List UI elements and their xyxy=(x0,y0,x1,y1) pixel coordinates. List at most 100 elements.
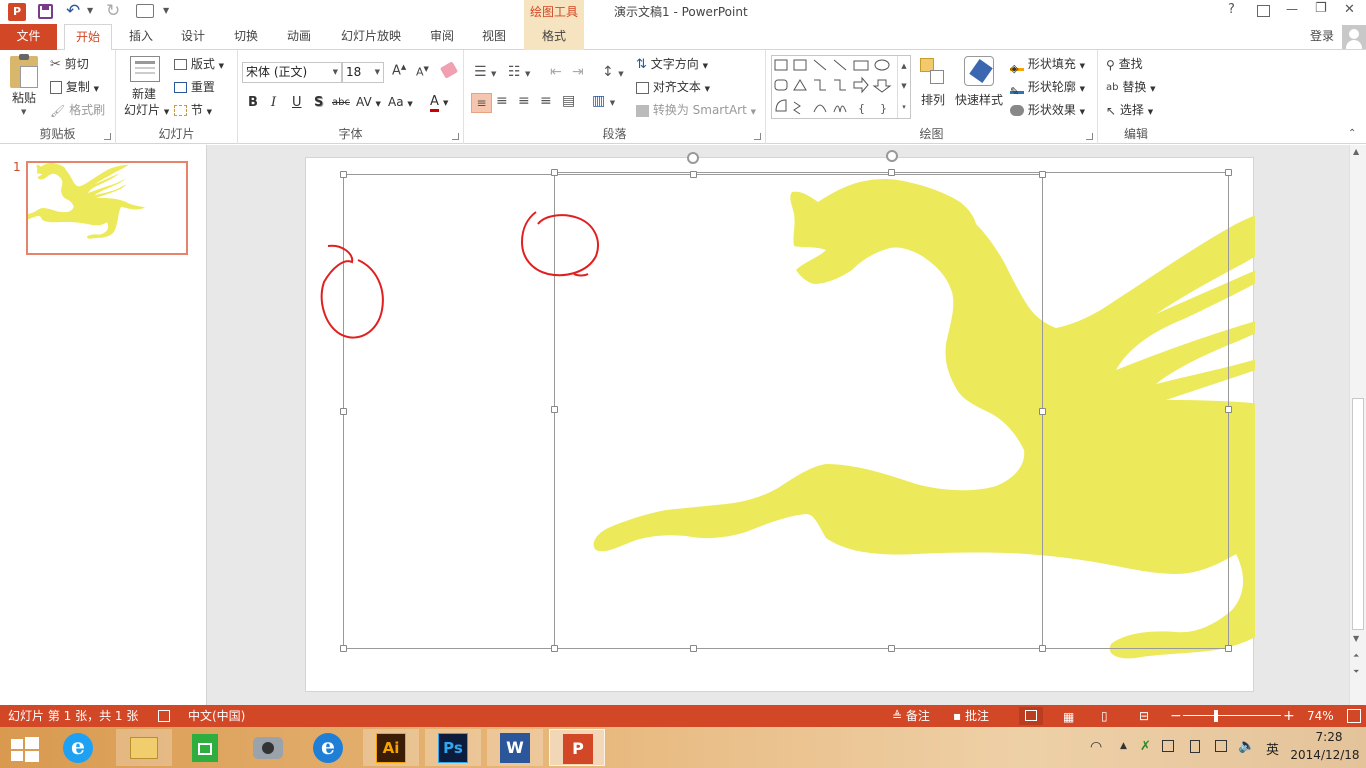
character-spacing-button[interactable]: AV ▼ xyxy=(356,95,381,109)
resize-handle[interactable] xyxy=(1039,171,1046,178)
illustrator-icon[interactable]: Ai xyxy=(363,729,419,766)
zoom-level[interactable]: 74% xyxy=(1307,705,1334,727)
tab-design[interactable]: 设计 xyxy=(170,24,216,50)
tab-home[interactable]: 开始 xyxy=(64,24,112,51)
previous-slide-icon[interactable]: ⏶ xyxy=(1353,651,1359,661)
tray-icon-4[interactable] xyxy=(1215,740,1227,752)
paste-icon[interactable] xyxy=(10,54,38,88)
clock-date[interactable]: 2014/12/18 xyxy=(1288,748,1362,762)
new-slide-button-label[interactable]: 幻灯片 ▼ xyxy=(124,102,169,122)
sign-in-link[interactable]: 登录 xyxy=(1305,24,1339,50)
quick-styles-icon[interactable] xyxy=(964,56,994,86)
rotate-handle-icon[interactable] xyxy=(886,150,898,162)
font-size-dropdown-icon[interactable]: ▼ xyxy=(375,63,380,82)
shapes-scroll-down-icon[interactable]: ▼ xyxy=(897,76,910,96)
ribbon-display-options-icon[interactable] xyxy=(1257,5,1270,17)
minimize-button[interactable]: — xyxy=(1286,2,1298,16)
powerpoint-icon[interactable]: P xyxy=(549,729,605,766)
shape-effects-button[interactable]: 形状效果 ▼ xyxy=(1010,100,1085,120)
camera-icon[interactable] xyxy=(240,729,296,766)
shape-outline-button[interactable]: ✎ 形状轮廓 ▼ xyxy=(1010,77,1085,98)
tray-icon-2[interactable] xyxy=(1162,740,1174,752)
powerpoint-app-icon[interactable]: P xyxy=(8,3,26,21)
resize-handle[interactable] xyxy=(1225,645,1232,652)
tab-insert[interactable]: 插入 xyxy=(118,24,164,50)
new-slide-icon[interactable] xyxy=(130,56,160,82)
resize-handle[interactable] xyxy=(888,169,895,176)
ie-icon[interactable]: e xyxy=(50,729,106,766)
increase-indent-icon[interactable]: ⇥ xyxy=(572,64,584,80)
help-button[interactable]: ? xyxy=(1228,2,1235,17)
tab-format[interactable]: 格式 xyxy=(524,24,584,50)
resize-handle[interactable] xyxy=(340,408,347,415)
redo-icon[interactable]: ↻ xyxy=(106,1,120,21)
resize-handle[interactable] xyxy=(340,171,347,178)
convert-smartart-button[interactable]: 转换为 SmartArt ▼ xyxy=(636,100,756,120)
save-icon[interactable] xyxy=(38,4,53,19)
resize-handle[interactable] xyxy=(551,169,558,176)
photoshop-icon[interactable]: Ps xyxy=(425,729,481,766)
quick-styles-button[interactable]: 快速样式 xyxy=(955,90,1003,110)
resize-handle[interactable] xyxy=(340,645,347,652)
tab-animations[interactable]: 动画 xyxy=(276,24,322,50)
clock-time[interactable]: 7:28 xyxy=(1298,730,1360,744)
decrease-indent-icon[interactable]: ⇤ xyxy=(550,64,562,80)
start-button[interactable] xyxy=(11,737,39,762)
align-left-button[interactable]: ≡ xyxy=(471,93,492,113)
replace-button[interactable]: ab 替换 ▼ xyxy=(1106,77,1156,97)
arrange-button[interactable]: 排列 xyxy=(921,90,945,110)
paragraph-launcher-icon[interactable] xyxy=(754,133,761,140)
undo-icon[interactable]: ↶ xyxy=(66,1,80,21)
resize-handle[interactable] xyxy=(551,406,558,413)
numbering-icon[interactable]: ☷ ▼ xyxy=(508,64,530,80)
customize-toolbar-icon[interactable]: ▼ xyxy=(163,6,169,15)
new-slide-dropdown-icon[interactable]: ▼ xyxy=(164,108,169,116)
comments-button[interactable]: ▪ 批注 xyxy=(953,705,989,727)
tab-slideshow[interactable]: 幻灯片放映 xyxy=(334,24,408,50)
presenter-icon[interactable] xyxy=(136,4,154,18)
font-launcher-icon[interactable] xyxy=(452,133,459,140)
resize-handle[interactable] xyxy=(551,645,558,652)
font-name-dropdown-icon[interactable]: ▼ xyxy=(333,63,338,82)
spellcheck-icon[interactable] xyxy=(158,710,170,722)
arrange-icon[interactable] xyxy=(920,58,946,86)
bold-button[interactable]: B xyxy=(248,95,258,110)
notes-button[interactable]: ≜ 备注 xyxy=(892,705,930,727)
zoom-slider[interactable] xyxy=(1183,715,1281,716)
copy-dropdown-icon[interactable]: ▼ xyxy=(94,85,99,93)
align-center-button[interactable]: ≡ xyxy=(496,93,508,109)
next-slide-icon[interactable]: ⏷ xyxy=(1353,667,1359,677)
scroll-down-icon[interactable]: ▼ xyxy=(1353,634,1359,643)
reading-view-icon[interactable]: ▯ xyxy=(1101,709,1108,723)
resize-handle[interactable] xyxy=(1225,169,1232,176)
bullets-icon[interactable]: ☰ ▼ xyxy=(474,64,496,80)
language-indicator[interactable]: 中文(中国) xyxy=(188,705,245,727)
shrink-font-icon[interactable]: A▼ xyxy=(416,65,429,79)
slide-canvas[interactable] xyxy=(305,150,1255,692)
strikethrough-button[interactable]: abc xyxy=(332,97,350,108)
fit-slide-icon[interactable] xyxy=(1347,709,1361,723)
grow-font-icon[interactable]: A▲ xyxy=(392,63,406,78)
tray-app-icon[interactable]: ✗ xyxy=(1140,739,1151,754)
resize-handle[interactable] xyxy=(1225,406,1232,413)
shapes-scroll-up-icon[interactable]: ▲ xyxy=(897,56,910,76)
font-size-combo[interactable]: 18 ▼ xyxy=(342,62,384,83)
format-painter-button[interactable]: 🖌 格式刷 xyxy=(50,100,105,120)
close-button[interactable]: ✕ xyxy=(1344,2,1355,17)
word-icon[interactable]: W xyxy=(487,729,543,766)
account-avatar[interactable] xyxy=(1342,25,1366,49)
align-text-button[interactable]: 对齐文本 ▼ xyxy=(636,77,710,97)
paste-button[interactable]: 粘贴 xyxy=(12,88,36,108)
layout-button[interactable]: 版式 ▼ xyxy=(174,54,224,74)
font-color-button[interactable]: A ▼ xyxy=(430,94,448,112)
restore-button[interactable]: ❐ xyxy=(1315,1,1327,16)
resize-handle[interactable] xyxy=(690,171,697,178)
resize-handle[interactable] xyxy=(1039,645,1046,652)
shadow-button[interactable]: S xyxy=(314,95,323,110)
wifi-icon[interactable]: ◠ xyxy=(1090,739,1102,755)
slideshow-view-icon[interactable]: ⊟ xyxy=(1139,709,1149,723)
text-direction-button[interactable]: ⇅ 文字方向 ▼ xyxy=(636,54,708,74)
ime-indicator[interactable]: 英 xyxy=(1266,739,1279,758)
columns-icon[interactable]: ▥ ▼ xyxy=(592,93,615,109)
tab-file[interactable]: 文件 xyxy=(0,24,57,50)
